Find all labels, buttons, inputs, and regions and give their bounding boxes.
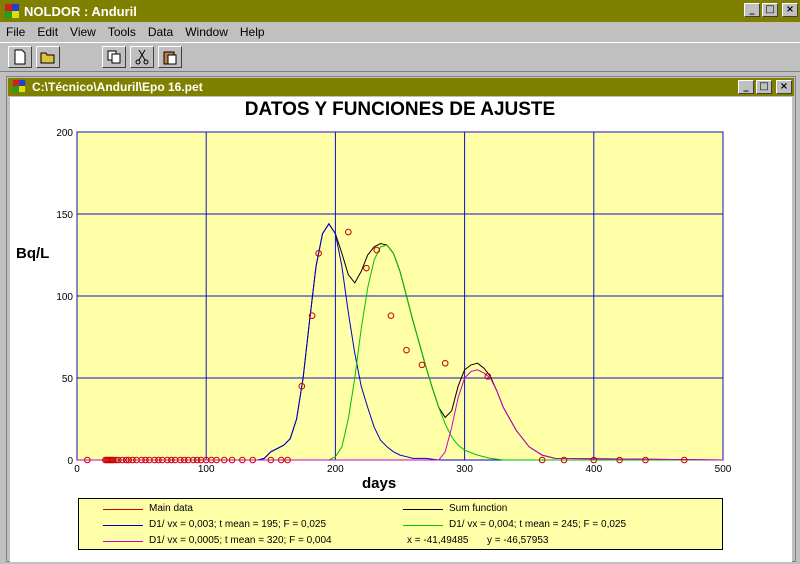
legend-swatch-d1-320	[103, 541, 143, 542]
y-tick-label: 150	[56, 210, 73, 221]
x-tick-label: 300	[456, 464, 473, 475]
x-tick-label: 200	[327, 464, 344, 475]
legend: Main data Sum function D1/ vx = 0,003; t…	[78, 498, 723, 550]
legend-main-data: Main data	[149, 503, 193, 514]
cursor-y-readout: y = -46,57953	[487, 535, 549, 546]
y-tick-label: 0	[67, 456, 73, 467]
legend-sum-function: Sum function	[449, 503, 508, 514]
legend-swatch-d1-195	[103, 525, 143, 526]
y-tick-label: 100	[56, 292, 73, 303]
x-tick-label: 100	[198, 464, 215, 475]
legend-d1-245: D1/ vx = 0,004; t mean = 245; F = 0,025	[449, 519, 627, 530]
legend-swatch-d1-245	[403, 525, 443, 526]
x-tick-label: 500	[715, 464, 732, 475]
x-tick-label: 400	[585, 464, 602, 475]
legend-d1-320: D1/ vx = 0,0005; t mean = 320; F = 0,004	[149, 535, 332, 546]
chart[interactable]: 0 100 200 300 400 500 0 50 100 150 200	[0, 0, 800, 564]
legend-swatch-sum	[403, 509, 443, 510]
legend-d1-195: D1/ vx = 0,003; t mean = 195; F = 0,025	[149, 519, 327, 530]
y-tick-label: 50	[62, 374, 74, 385]
cursor-x-readout: x = -41,49485	[407, 535, 469, 546]
y-tick-label: 200	[56, 128, 73, 139]
x-tick-label: 0	[74, 464, 80, 475]
legend-swatch-main-data	[103, 509, 143, 510]
